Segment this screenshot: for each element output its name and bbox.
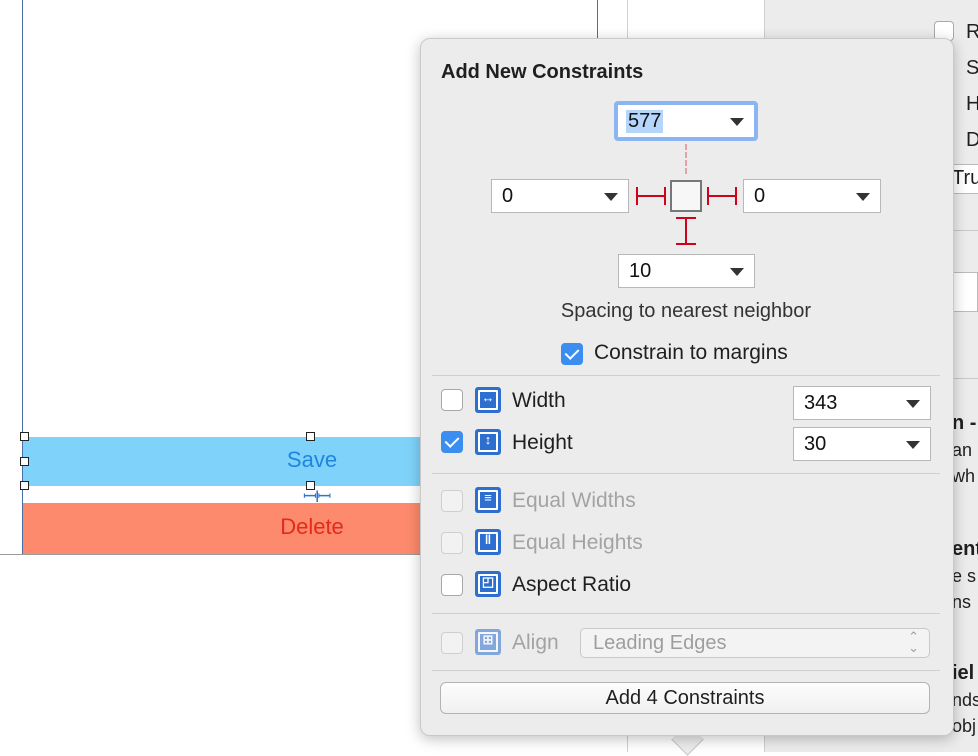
selected-view-box [670,180,702,212]
chevron-down-icon[interactable] [856,193,870,201]
left-spacing-value[interactable]: 0 [502,185,513,208]
chevron-down-icon[interactable] [906,400,920,408]
equal-widths-label: Equal Widths [512,489,636,512]
up-down-chevron-icon: ⌃ ⌄ [908,629,919,655]
top-pin-dashed-icon[interactable] [685,144,687,174]
align-type-select[interactable]: Leading Edges ⌃ ⌄ [580,628,930,658]
inspector-popup-value: Tru [952,167,978,189]
inspector-check-label-4: D [966,129,978,151]
equal-heights-icon: ‖ [475,529,501,555]
inspector-text-i: obj [952,716,977,736]
inspector-heading-a: n - [952,412,977,434]
view-bottom-edge [0,554,440,555]
align-type-value: Leading Edges [593,632,727,654]
aspect-ratio-checkbox[interactable] [441,574,463,596]
inspector-check-label-2: S [966,57,978,79]
align-edges-icon: ⊞ [475,629,501,655]
equal-widths-checkbox[interactable] [441,490,463,512]
height-checkbox[interactable] [441,431,463,453]
inspector-heading-g: iel [952,662,975,684]
bottom-pin-cap-icon [676,243,696,245]
height-constraint-icon: ↕ [475,429,501,455]
popover-title: Add New Constraints [441,61,644,83]
width-label[interactable]: Width [512,389,566,413]
resize-handle-bottom-left[interactable] [20,481,29,490]
height-label[interactable]: Height [512,431,573,455]
inspector-text-e: e s [952,566,977,586]
separator [432,375,940,376]
inspector-heading-d: ent [952,538,978,560]
top-spacing-combo[interactable]: 577 [614,101,758,141]
equal-heights-label: Equal Heights [512,531,643,554]
width-checkbox[interactable] [441,389,463,411]
inspector-text-f: ns [952,592,972,612]
align-label: Align [512,631,559,654]
bottom-spacing-combo[interactable]: 10 [618,254,755,288]
separator [432,670,940,671]
left-spacing-combo[interactable]: 0 [491,179,629,213]
chevron-down-icon[interactable] [730,268,744,276]
chevron-down-icon[interactable] [730,118,744,126]
width-value-combo[interactable]: 343 [793,386,931,420]
width-constraint-icon: ↔ [475,387,501,413]
inspector-text-b: an [952,440,973,460]
align-checkbox[interactable] [441,632,463,654]
chevron-down-icon[interactable] [906,441,920,449]
constrain-margins-checkbox[interactable] [561,343,583,365]
left-pin-icon[interactable] [636,195,666,197]
inspector-text-h: nds [952,690,978,710]
resize-handle-top[interactable] [306,432,315,441]
width-value[interactable]: 343 [804,392,837,415]
resize-handle-left[interactable] [20,457,29,466]
spacing-marker-icon: ꟷIꟷ [303,487,331,506]
separator [432,473,940,474]
right-spacing-combo[interactable]: 0 [743,179,881,213]
equal-heights-checkbox[interactable] [441,532,463,554]
right-spacing-value[interactable]: 0 [754,185,765,208]
aspect-ratio-icon: ◰ [475,571,501,597]
right-pin-cap-icon [707,187,709,205]
right-pin-cap-icon [735,187,737,205]
height-value-combo[interactable]: 30 [793,427,931,461]
add-constraints-button[interactable]: Add 4 Constraints [440,682,930,714]
equal-widths-icon: ≡ [475,487,501,513]
spacing-caption: Spacing to nearest neighbor [560,300,812,322]
inspector-text-c: wh [952,466,976,486]
inspector-check-label-1: R [966,21,978,43]
inspector-check-label-3: H [966,93,978,115]
top-spacing-value[interactable]: 577 [626,110,664,133]
height-value[interactable]: 30 [804,433,826,456]
constrain-margins-label[interactable]: Constrain to margins [594,341,788,365]
resize-handle-top-left[interactable] [20,432,29,441]
bottom-spacing-value[interactable]: 10 [629,260,651,283]
chevron-down-icon[interactable] [604,193,618,201]
right-pin-icon[interactable] [707,195,737,197]
left-pin-cap-icon [636,187,638,205]
bottom-pin-cap-icon [676,217,696,219]
inspector-control[interactable] [950,272,978,312]
left-pin-cap-icon [664,187,666,205]
aspect-ratio-label[interactable]: Aspect Ratio [512,573,631,597]
button-gap [23,486,443,503]
bottom-pin-icon[interactable] [685,217,687,245]
separator [432,613,940,614]
